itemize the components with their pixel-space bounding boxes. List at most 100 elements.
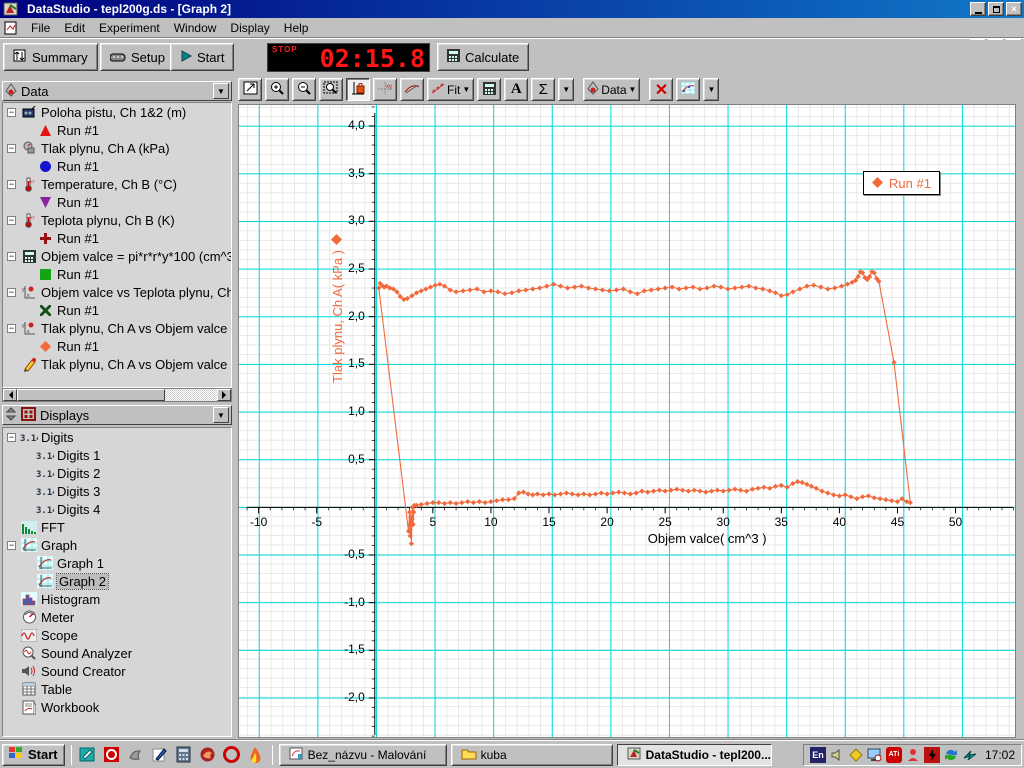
data-panel-dropdown-button[interactable]: ▼: [213, 83, 229, 99]
task-folder-kuba-button[interactable]: kuba: [450, 743, 613, 766]
zoom-select-button[interactable]: [319, 78, 343, 101]
start-button[interactable]: Start: [170, 43, 235, 71]
menu-window[interactable]: Window: [167, 19, 224, 37]
zoom-out-button[interactable]: [292, 78, 316, 101]
display-item[interactable]: Table: [3, 680, 231, 698]
quicklaunch-calculator-icon[interactable]: [174, 745, 194, 765]
task-datastudio-button[interactable]: DataStudio - tepl200...: [616, 743, 772, 766]
display-item[interactable]: − Graph: [3, 536, 231, 554]
display-item[interactable]: 3.14Digits 3: [3, 482, 231, 500]
menu-experiment[interactable]: Experiment: [92, 19, 167, 37]
delete-button[interactable]: ✕: [649, 78, 674, 101]
expand-collapse-box[interactable]: −: [7, 251, 16, 261]
slope-tool-button[interactable]: [400, 78, 424, 101]
graph-settings-button[interactable]: [676, 78, 701, 101]
data-run-item[interactable]: Run #1: [3, 337, 231, 355]
display-item[interactable]: 3.14Digits 4: [3, 500, 231, 518]
data-run-item[interactable]: Run #1: [3, 265, 231, 283]
smart-tool-button[interactable]: [346, 78, 370, 101]
menu-file[interactable]: File: [24, 19, 57, 37]
expand-collapse-box[interactable]: −: [7, 107, 16, 117]
scrollbar-track[interactable]: [165, 389, 217, 401]
menu-display[interactable]: Display: [223, 19, 276, 37]
scheduler-icon[interactable]: [848, 747, 864, 763]
data-item[interactable]: − Tlak plynu, Ch A (kPa): [3, 139, 231, 157]
expand-collapse-box[interactable]: −: [7, 323, 16, 333]
quicklaunch-dragon-icon[interactable]: [198, 745, 218, 765]
data-run-item[interactable]: Run #1: [3, 121, 231, 139]
scale-to-fit-button[interactable]: [238, 78, 262, 101]
quicklaunch-flame-icon[interactable]: [246, 745, 266, 765]
display-item[interactable]: −3.14Digits: [3, 428, 231, 446]
statistics-dropdown-button[interactable]: ▼: [558, 78, 575, 101]
data-item[interactable]: − x y Tlak plynu, Ch A vs Objem valce: [3, 319, 231, 337]
display-item[interactable]: Graph 2: [3, 572, 231, 590]
display-item[interactable]: Sound Creator: [3, 662, 231, 680]
expand-collapse-box[interactable]: −: [7, 215, 16, 225]
data-item[interactable]: Tlak plynu, Ch A vs Objem valce: [3, 355, 231, 373]
language-indicator[interactable]: En: [809, 746, 826, 763]
data-run-item[interactable]: Run #1: [3, 229, 231, 247]
expand-collapse-box[interactable]: −: [7, 540, 16, 550]
zoom-in-button[interactable]: [265, 78, 289, 101]
display-item[interactable]: Meter: [3, 608, 231, 626]
scroll-left-button[interactable]: [3, 389, 17, 401]
quicklaunch-editor-icon[interactable]: [78, 745, 98, 765]
data-item[interactable]: − KTD Teplota plynu, Ch B (K): [3, 211, 231, 229]
quicklaunch-acrobat-icon[interactable]: [102, 745, 122, 765]
restore-button[interactable]: [988, 2, 1004, 16]
menu-help[interactable]: Help: [277, 19, 316, 37]
data-item[interactable]: − x y Objem valce vs Teplota plynu, Ch: [3, 283, 231, 301]
quicklaunch-opera-icon[interactable]: [222, 745, 242, 765]
start-menu-button[interactable]: Start: [2, 743, 65, 766]
scroll-right-button[interactable]: [217, 389, 231, 401]
setup-button[interactable]: Setup: [100, 43, 175, 71]
power-icon[interactable]: [923, 746, 940, 763]
scrollbar-thumb[interactable]: [17, 389, 165, 401]
display-item[interactable]: Histogram: [3, 590, 231, 608]
task-paint-button[interactable]: Bez_názvu - Malování: [278, 743, 447, 766]
display-item[interactable]: Sound Analyzer: [3, 644, 231, 662]
displays-panel-dropdown-button[interactable]: ▼: [213, 407, 229, 423]
display-item[interactable]: FFT: [3, 518, 231, 536]
expand-collapse-box[interactable]: −: [7, 287, 16, 297]
data-item[interactable]: − KTD Temperature, Ch B (°C): [3, 175, 231, 193]
agent-icon[interactable]: [905, 747, 921, 763]
data-panel-header[interactable]: Data ▼: [2, 81, 232, 101]
expand-collapse-box[interactable]: −: [7, 143, 16, 153]
document-icon[interactable]: [4, 21, 20, 35]
display-item[interactable]: 3.14Digits 1: [3, 446, 231, 464]
minimize-button[interactable]: [970, 2, 986, 16]
summary-button[interactable]: Summary: [3, 43, 98, 71]
volume-icon[interactable]: [829, 747, 845, 763]
display-item[interactable]: Workbook: [3, 698, 231, 716]
close-button[interactable]: ×: [1006, 2, 1022, 16]
data-run-item[interactable]: Run #1: [3, 301, 231, 319]
data-tree-hscrollbar[interactable]: [2, 388, 232, 402]
expand-collapse-box[interactable]: −: [7, 432, 16, 442]
text-tool-button[interactable]: A: [504, 78, 529, 101]
data-run-item[interactable]: Run #1: [3, 157, 231, 175]
legend[interactable]: Run #1: [863, 171, 940, 195]
quicklaunch-pen-icon[interactable]: [150, 745, 170, 765]
data-item[interactable]: − Objem valce = pi*r*r*y*100 (cm^3: [3, 247, 231, 265]
refresh-arrows-icon[interactable]: [943, 747, 959, 763]
xy-tool-button[interactable]: xy: [373, 78, 397, 101]
fit-button[interactable]: Fit ▼: [427, 78, 475, 101]
data-item[interactable]: − Poloha pistu, Ch 1&2 (m): [3, 103, 231, 121]
display-item[interactable]: Scope: [3, 626, 231, 644]
calculate-button[interactable]: Calculate: [437, 43, 530, 71]
display-item[interactable]: Graph 1: [3, 554, 231, 572]
expand-collapse-box[interactable]: −: [7, 179, 16, 189]
quicklaunch-bird-icon[interactable]: [126, 745, 146, 765]
menu-edit[interactable]: Edit: [57, 19, 92, 37]
data-run-item[interactable]: Run #1: [3, 193, 231, 211]
graph-settings-dropdown-button[interactable]: ▼: [703, 78, 720, 101]
statistics-button[interactable]: Σ: [531, 78, 556, 101]
ati-icon[interactable]: ATi: [885, 746, 902, 763]
data-menu-button[interactable]: Data ▼: [583, 78, 641, 101]
display-item[interactable]: 3.14Digits 2: [3, 464, 231, 482]
connection-icon[interactable]: [962, 747, 978, 763]
graph-calculator-button[interactable]: [477, 78, 502, 101]
graph-plot-area[interactable]: -10 -5 5 10 15 20 25 30 35 40 45 50 4,0 3,5 3,0 2,5 2,0 1…: [238, 104, 1016, 738]
